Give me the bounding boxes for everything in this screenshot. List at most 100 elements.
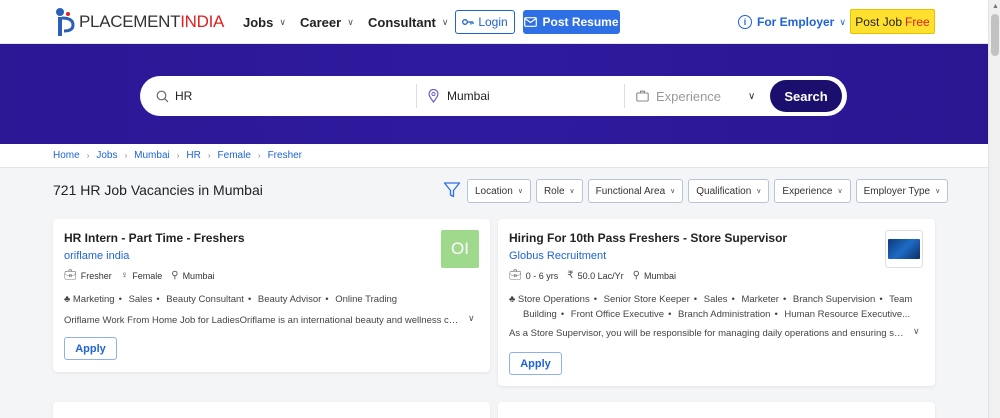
job-card[interactable]: Hiring For 10th Pass Freshers - Store Su… — [498, 219, 935, 386]
chevron-down-icon: ∨ — [279, 16, 286, 27]
job-title[interactable]: Hiring For 10th Pass Freshers - Store Su… — [509, 231, 787, 245]
breadcrumb-separator-icon: › — [124, 151, 128, 160]
filter-location[interactable]: Location ∨ — [467, 179, 531, 203]
skill-tag: Marketing — [72, 294, 115, 305]
location-pin-icon: ⚲ — [171, 270, 179, 281]
breadcrumb: Home › Jobs › Mumbai › HR › Female › Fresher — [0, 144, 988, 168]
bullet-dot: • — [693, 294, 698, 305]
logo-text-part2: INDIA — [180, 12, 225, 31]
nav-career[interactable]: Career ∨ — [300, 0, 354, 44]
location-field[interactable]: Mumbai — [428, 76, 618, 116]
search-divider — [624, 84, 625, 108]
nav-consultant-label: Consultant — [368, 14, 436, 30]
post-job-free-button[interactable]: Post Job Free — [850, 9, 935, 34]
meta-gender: ♀ Female — [121, 270, 163, 281]
chevron-down-icon: ∨ — [347, 16, 354, 27]
bullet-dot: • — [774, 309, 778, 320]
briefcase-icon — [636, 90, 649, 102]
for-employer-dropdown[interactable]: i For Employer ∨ — [738, 10, 846, 34]
page-scrollbar[interactable]: ▲ — [988, 0, 1000, 418]
nav-jobs[interactable]: Jobs ∨ — [243, 0, 286, 44]
skill-tag: Store Operations — [517, 294, 590, 305]
logo-text: PLACEMENTINDIA — [79, 12, 224, 32]
scrollbar-thumb[interactable] — [991, 14, 999, 56]
meta-experience: 💼︎ Fresher — [64, 270, 112, 281]
apply-button[interactable]: Apply — [509, 352, 562, 375]
meta-location-value: Mumbai — [182, 270, 215, 281]
skill-tag: Building — [523, 309, 557, 320]
meta-salary: ₹50.0 Lac/Yr — [567, 270, 623, 281]
filter-label: Location — [475, 185, 513, 197]
filter-experience[interactable]: Experience ∨ — [774, 179, 851, 203]
job-meta: 💼︎ Fresher ♀ Female ⚲ Mumbai — [64, 270, 224, 281]
skills-icon: ♣ — [64, 294, 71, 305]
experience-dropdown[interactable]: Experience ∨ — [636, 76, 761, 116]
apply-button[interactable]: Apply — [64, 337, 117, 360]
logo-text-part1: PLACEMENT — [79, 12, 181, 31]
chevron-down-icon: ∨ — [441, 16, 449, 27]
search-icon — [156, 90, 169, 102]
nav-jobs-label: Jobs — [243, 14, 274, 30]
breadcrumb-separator-icon: › — [207, 151, 211, 160]
post-job-label: Post Job — [855, 14, 902, 29]
bullet-dot: • — [731, 294, 735, 305]
keyword-field[interactable]: HR — [156, 76, 411, 116]
site-logo[interactable]: PLACEMENTINDIA — [53, 6, 224, 38]
chevron-down-icon: ∨ — [935, 188, 941, 195]
meta-salary-value: 50.0 Lac/Yr — [577, 270, 624, 281]
post-resume-button[interactable]: Post Resume — [523, 10, 620, 34]
company-logo: OI — [441, 230, 479, 268]
bullet-dot: • — [560, 309, 565, 320]
info-icon: i — [738, 15, 752, 29]
chevron-down-icon: ∨ — [517, 188, 523, 195]
bullet-dot: • — [156, 294, 160, 305]
skill-tag: Branch Administration — [678, 309, 771, 320]
skill-tag: Sales — [128, 294, 153, 305]
experience-placeholder: Experience — [656, 88, 722, 104]
login-button[interactable]: Login — [455, 10, 515, 34]
bullet-dot: • — [782, 294, 787, 305]
chevron-down-icon[interactable]: ∨ — [468, 313, 475, 324]
job-card[interactable]: HR Intern - Part Time - Freshers oriflam… — [53, 219, 490, 372]
skill-list: ♣ Marketing • Sales • Beauty Consultant • B… — [64, 292, 397, 307]
filter-functional-area[interactable]: Functional Area ∨ — [587, 179, 684, 203]
nav-consultant[interactable]: Consultant ∨ — [368, 0, 448, 44]
search-button[interactable]: Search — [770, 80, 842, 112]
skill-tag: Sales — [703, 294, 728, 305]
briefcase-icon: 💼︎ — [509, 270, 522, 281]
search-button-label: Search — [784, 88, 828, 104]
for-employer-label: For Employer — [757, 15, 835, 29]
bullet-dot: • — [247, 294, 252, 305]
breadcrumb-fresher[interactable]: Fresher — [268, 150, 302, 161]
filter-qualification[interactable]: Qualification ∨ — [688, 179, 770, 203]
chevron-down-icon[interactable]: ∨ — [913, 326, 920, 337]
job-card-partial[interactable] — [498, 402, 935, 418]
breadcrumb-separator-icon: › — [176, 151, 180, 160]
meta-location: ⚲ Mumbai — [171, 270, 214, 281]
filter-employer-type[interactable]: Employer Type ∨ — [855, 179, 949, 203]
breadcrumb-mumbai[interactable]: Mumbai — [134, 150, 170, 161]
breadcrumb-hr[interactable]: HR — [186, 150, 200, 161]
breadcrumb-home[interactable]: Home — [53, 150, 80, 161]
placement-india-logo-icon — [56, 8, 75, 36]
skill-line: ♣ Store Operations • Senior Store Keeper •… — [509, 292, 912, 307]
search-bar: HR Mumbai Experience ∨ Search — [140, 76, 847, 116]
breadcrumb-jobs[interactable]: Jobs — [96, 150, 117, 161]
location-pin-icon — [428, 89, 439, 103]
breadcrumb-separator-icon: › — [257, 151, 261, 160]
search-divider — [416, 84, 417, 108]
job-card-partial[interactable] — [53, 402, 490, 418]
filter-funnel-icon[interactable] — [443, 181, 461, 199]
company-name[interactable]: Globus Recruitment — [509, 250, 606, 262]
breadcrumb-female[interactable]: Female — [218, 150, 251, 161]
filter-role[interactable]: Role ∨ — [535, 179, 583, 203]
breadcrumb-separator-icon: › — [86, 151, 90, 160]
filter-label: Qualification — [696, 185, 752, 197]
skills-icon: ♣ — [509, 294, 516, 305]
scroll-up-arrow-icon[interactable]: ▲ — [992, 3, 999, 10]
results-heading: 721 HR Job Vacancies in Mumbai — [53, 182, 263, 198]
location-value: Mumbai — [447, 89, 490, 103]
filter-label: Role — [543, 185, 565, 197]
job-title[interactable]: HR Intern - Part Time - Freshers — [64, 231, 245, 245]
company-name[interactable]: oriflame india — [64, 250, 129, 262]
